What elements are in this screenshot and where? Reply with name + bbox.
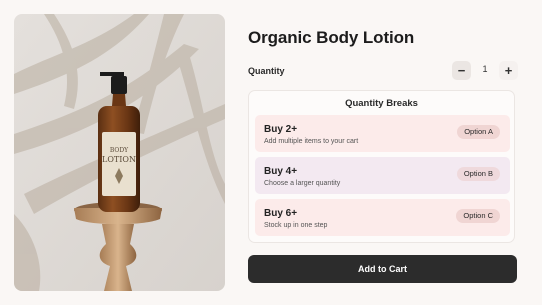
break-name: Buy 6+ [264,208,298,219]
plus-icon: + [504,63,513,78]
quantity-value[interactable]: 1 [476,64,494,74]
product-image: BODY LOTION [14,14,225,291]
quantity-break-row[interactable]: Buy 6+ Stock up in one step Option C [255,199,510,236]
minus-icon: − [457,63,466,78]
lotion-bottle-photo: BODY LOTION [14,14,225,291]
quantity-break-row[interactable]: Buy 2+ Add multiple items to your cart O… [255,115,510,152]
quantity-stepper: − 1 + [452,61,518,80]
decrease-quantity-button[interactable]: − [452,61,471,80]
break-name: Buy 4+ [264,166,298,177]
quantity-break-row[interactable]: Buy 4+ Choose a larger quantity Option B [255,157,510,194]
quantity-label: Quantity [248,66,285,76]
add-to-cart-button[interactable]: Add to Cart [248,255,517,283]
bottle-label-line2: LOTION [102,155,136,164]
option-badge[interactable]: Option B [456,167,500,181]
option-badge[interactable]: Option A [457,125,500,139]
option-badge[interactable]: Option C [456,209,500,223]
break-name: Buy 2+ [264,124,298,135]
break-description: Choose a larger quantity [264,180,341,187]
break-description: Add multiple items to your cart [264,138,359,145]
increase-quantity-button[interactable]: + [499,61,518,80]
bottle-label-line1: BODY [110,147,129,154]
break-description: Stock up in one step [264,222,328,229]
product-title: Organic Body Lotion [248,28,415,47]
quantity-breaks-card: Quantity Breaks Buy 2+ Add multiple item… [248,90,515,243]
quantity-breaks-title: Quantity Breaks [345,98,418,109]
